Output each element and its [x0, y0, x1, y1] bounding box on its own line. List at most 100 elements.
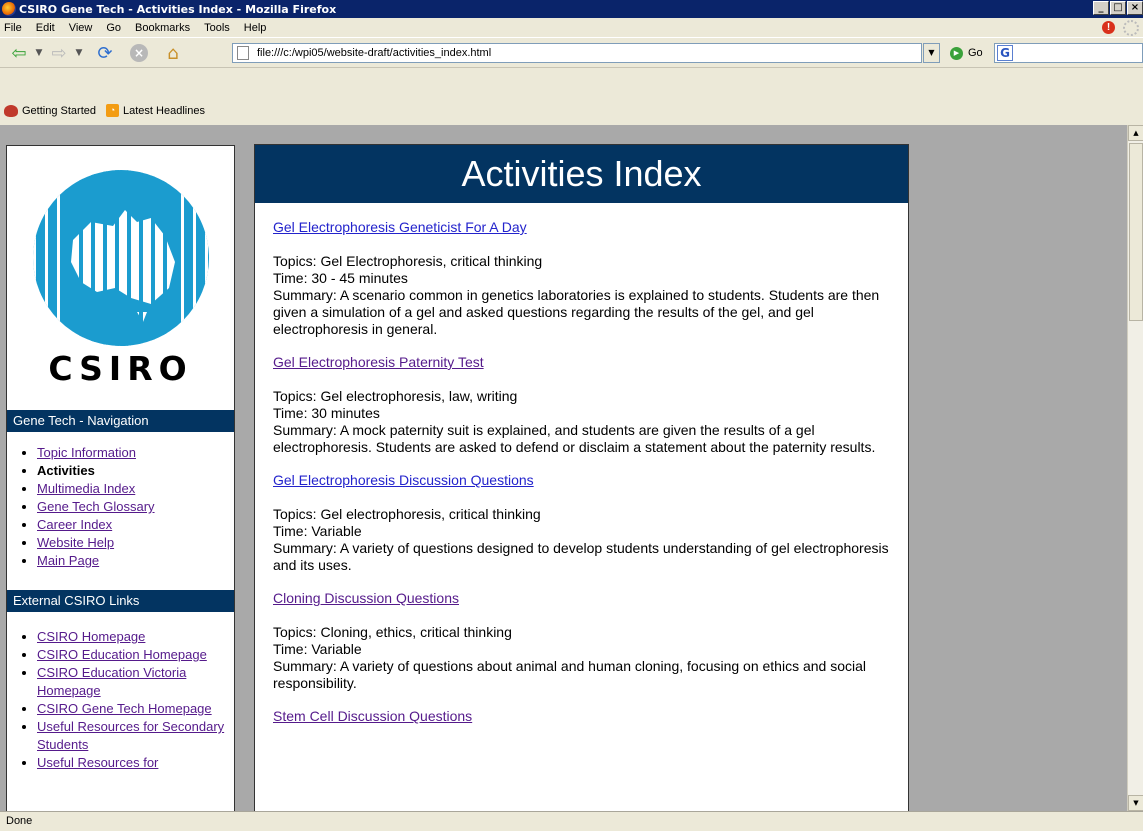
- nav-link-topic-information[interactable]: Topic Information: [37, 445, 136, 460]
- activity-time: Time: 30 - 45 minutes: [273, 270, 408, 286]
- activity-time: Time: 30 minutes: [273, 405, 380, 421]
- activity-item: Gel Electrophoresis Geneticist For A Day…: [273, 219, 890, 338]
- activities-list: Gel Electrophoresis Geneticist For A Day…: [255, 203, 908, 725]
- nav-item-main-page: Main Page: [37, 552, 228, 570]
- scroll-thumb[interactable]: [1129, 143, 1143, 321]
- activity-summary: Summary: A variety of questions about an…: [273, 658, 867, 691]
- nav-link-gene-tech-glossary[interactable]: Gene Tech Glossary: [37, 499, 155, 514]
- activity-link-cloning-discussion-questions[interactable]: Cloning Discussion Questions: [273, 590, 890, 607]
- activity-topics: Topics: Gel electrophoresis, law, writin…: [273, 388, 518, 404]
- activity-summary: Summary: A mock paternity suit is explai…: [273, 422, 876, 455]
- reload-icon[interactable]: ⟳: [92, 42, 118, 64]
- link-useful-resources[interactable]: Useful Resources for: [37, 755, 158, 770]
- activity-summary: Summary: A scenario common in genetics l…: [273, 287, 880, 337]
- link-csiro-homepage[interactable]: CSIRO Homepage: [37, 629, 145, 644]
- external-link-item: CSIRO Education Homepage: [37, 646, 228, 664]
- menu-edit[interactable]: Edit: [36, 22, 55, 34]
- main-content: Activities Index Gel Electrophoresis Gen…: [254, 144, 909, 811]
- nav-link-website-help[interactable]: Website Help: [37, 535, 114, 550]
- menu-go[interactable]: Go: [106, 22, 121, 34]
- back-icon[interactable]: ⇦: [6, 42, 32, 64]
- nav-link-multimedia-index[interactable]: Multimedia Index: [37, 481, 135, 496]
- menu-bar: File Edit View Go Bookmarks Tools Help !: [0, 18, 1143, 37]
- window-title: CSIRO Gene Tech - Activities Index - Moz…: [19, 2, 337, 16]
- activity-topics: Topics: Cloning, ethics, critical thinki…: [273, 624, 512, 640]
- nav-link-career-index[interactable]: Career Index: [37, 517, 112, 532]
- nav-item-activities: Activities: [37, 462, 228, 480]
- scroll-down-icon[interactable]: ▼: [1128, 795, 1143, 811]
- external-link-item: Useful Resources for: [37, 754, 228, 772]
- page-title: Activities Index: [255, 145, 908, 203]
- external-link-item: CSIRO Gene Tech Homepage: [37, 700, 228, 718]
- nav-list: Topic Information Activities Multimedia …: [23, 444, 228, 570]
- activity-topics: Topics: Gel electrophoresis, critical th…: [273, 506, 541, 522]
- bookmarks-toolbar: Getting Started ◔ Latest Headlines: [0, 67, 1143, 125]
- activity-link-stem-cell-discussion-questions[interactable]: Stem Cell Discussion Questions: [273, 708, 890, 725]
- nav-item-website-help: Website Help: [37, 534, 228, 552]
- go-button[interactable]: Go: [968, 47, 983, 59]
- activity-time: Time: Variable: [273, 641, 362, 657]
- bookmark-getting-started[interactable]: Getting Started: [22, 105, 96, 117]
- link-csiro-gene-tech-homepage[interactable]: CSIRO Gene Tech Homepage: [37, 701, 212, 716]
- bookmark-latest-headlines[interactable]: Latest Headlines: [123, 105, 205, 117]
- vertical-scrollbar[interactable]: ▲ ▼: [1127, 125, 1143, 811]
- nav-heading: Gene Tech - Navigation: [7, 410, 234, 432]
- link-csiro-education-homepage[interactable]: CSIRO Education Homepage: [37, 647, 207, 662]
- activity-link-geneticist-for-a-day[interactable]: Gel Electrophoresis Geneticist For A Day: [273, 219, 890, 236]
- stop-icon[interactable]: ×: [128, 42, 150, 64]
- external-link-item: CSIRO Education Victoria Homepage: [37, 664, 228, 700]
- url-dropdown-icon[interactable]: ▼: [923, 43, 940, 63]
- external-links-heading: External CSIRO Links: [7, 590, 234, 612]
- menu-view[interactable]: View: [69, 22, 93, 34]
- scroll-up-icon[interactable]: ▲: [1128, 125, 1143, 141]
- external-link-item: CSIRO Homepage: [37, 628, 228, 646]
- page-icon: [237, 46, 249, 60]
- getting-started-icon: [4, 104, 18, 117]
- page-viewport: CSIRO Gene Tech - Navigation Topic Infor…: [0, 125, 1127, 811]
- link-csiro-education-victoria-homepage[interactable]: CSIRO Education Victoria Homepage: [37, 665, 186, 698]
- throbber-icon: [1123, 20, 1139, 36]
- activity-item: Stem Cell Discussion Questions: [273, 708, 890, 725]
- menu-tools[interactable]: Tools: [204, 22, 230, 34]
- window-title-bar: CSIRO Gene Tech - Activities Index - Moz…: [0, 0, 1143, 18]
- nav-item-topic-information: Topic Information: [37, 444, 228, 462]
- url-text: file:///c:/wpi05/website-draft/activitie…: [257, 47, 492, 59]
- activity-summary: Summary: A variety of questions designed…: [273, 540, 889, 573]
- activity-item: Gel Electrophoresis Paternity Test Topic…: [273, 354, 890, 456]
- go-icon[interactable]: ▶: [950, 47, 963, 60]
- nav-item-multimedia-index: Multimedia Index: [37, 480, 228, 498]
- activity-link-gel-discussion-questions[interactable]: Gel Electrophoresis Discussion Questions: [273, 472, 890, 489]
- nav-item-career-index: Career Index: [37, 516, 228, 534]
- activity-topics: Topics: Gel Electrophoresis, critical th…: [273, 253, 543, 269]
- activity-link-paternity-test[interactable]: Gel Electrophoresis Paternity Test: [273, 354, 890, 371]
- nav-link-main-page[interactable]: Main Page: [37, 553, 99, 568]
- nav-item-gene-tech-glossary: Gene Tech Glossary: [37, 498, 228, 516]
- menu-help[interactable]: Help: [244, 22, 267, 34]
- search-input[interactable]: G: [994, 43, 1143, 63]
- menu-bookmarks[interactable]: Bookmarks: [135, 22, 190, 34]
- home-icon[interactable]: ⌂: [160, 42, 186, 64]
- activity-item: Cloning Discussion Questions Topics: Clo…: [273, 590, 890, 692]
- sidebar: CSIRO Gene Tech - Navigation Topic Infor…: [6, 145, 235, 811]
- external-link-item: Useful Resources for Secondary Students: [37, 718, 228, 754]
- minimize-button[interactable]: _: [1093, 1, 1109, 15]
- forward-dropdown-icon[interactable]: ▼: [74, 42, 84, 64]
- csiro-logo-text: CSIRO: [48, 349, 193, 388]
- menu-file[interactable]: File: [4, 22, 22, 34]
- external-links-list: CSIRO Homepage CSIRO Education Homepage …: [23, 628, 228, 772]
- back-dropdown-icon[interactable]: ▼: [34, 42, 44, 64]
- status-text: Done: [6, 815, 33, 827]
- status-bar: Done: [0, 811, 1143, 831]
- google-icon[interactable]: G: [997, 45, 1013, 61]
- window-controls: _ □ ×: [1092, 1, 1143, 15]
- url-input[interactable]: file:///c:/wpi05/website-draft/activitie…: [232, 43, 922, 63]
- link-useful-resources-secondary[interactable]: Useful Resources for Secondary Students: [37, 719, 224, 752]
- csiro-logo-icon: [33, 170, 209, 346]
- close-button[interactable]: ×: [1127, 1, 1143, 15]
- maximize-button[interactable]: □: [1110, 1, 1126, 15]
- warning-icon[interactable]: !: [1102, 21, 1115, 34]
- forward-icon[interactable]: ⇨: [46, 42, 72, 64]
- rss-icon: ◔: [106, 104, 119, 117]
- activity-time: Time: Variable: [273, 523, 362, 539]
- navigation-toolbar: ⇦ ▼ ⇨ ▼ ⟳ × ⌂ file:///c:/wpi05/website-d…: [0, 37, 1143, 67]
